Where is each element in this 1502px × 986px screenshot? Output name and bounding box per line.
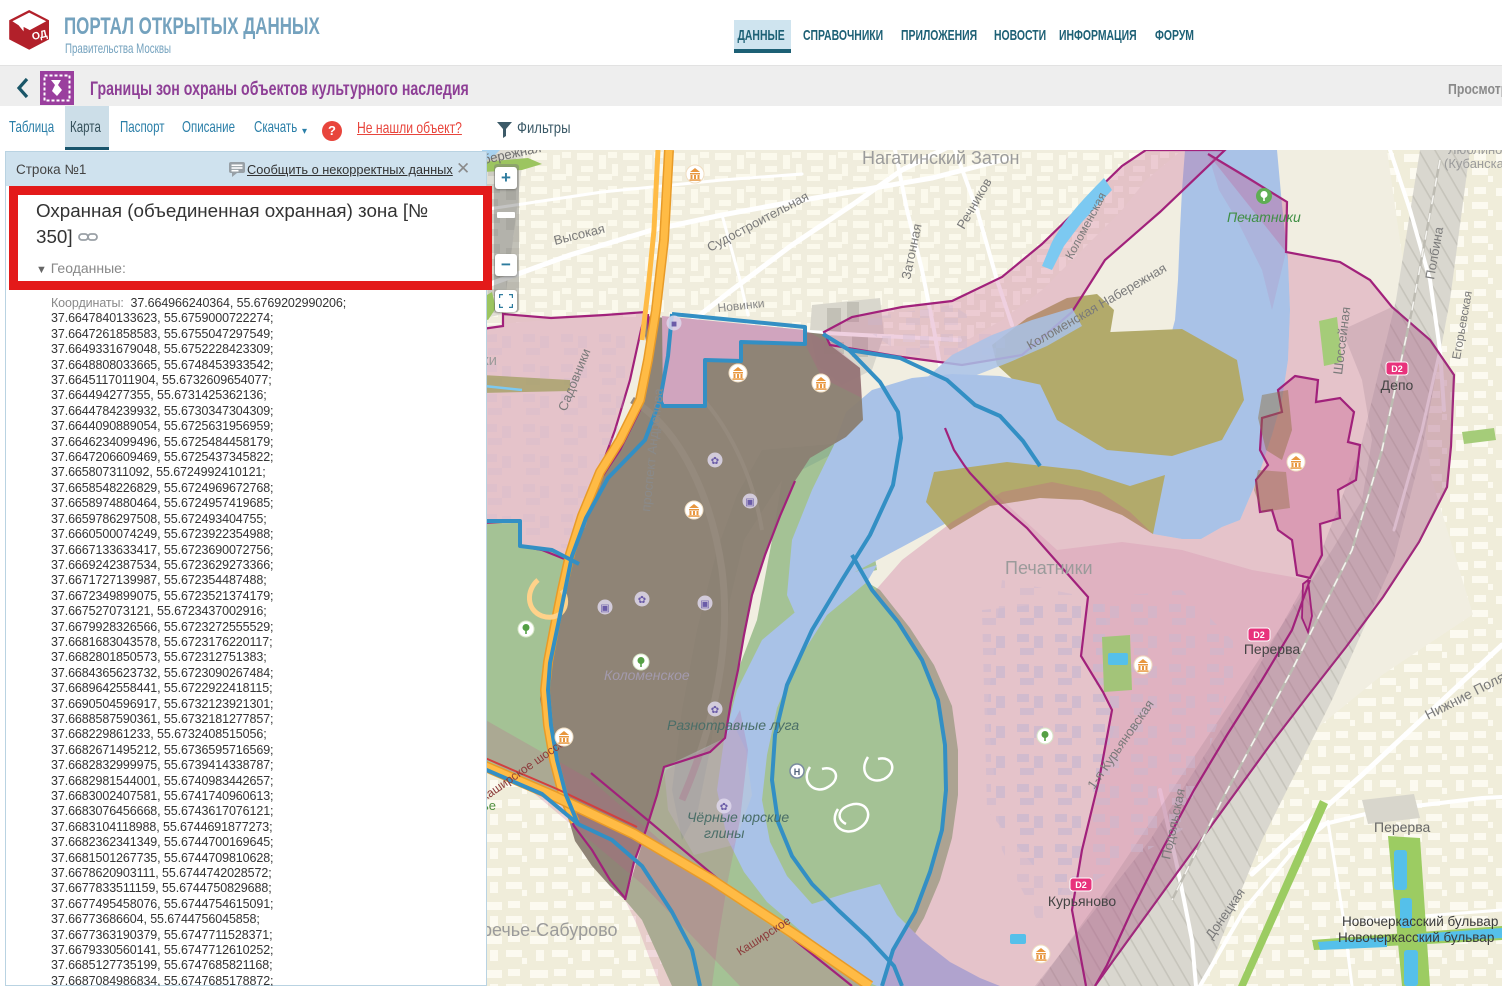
- svg-text:D2: D2: [1075, 880, 1087, 890]
- svg-text:D2: D2: [1253, 630, 1265, 640]
- svg-text:▣: ▣: [600, 603, 609, 614]
- svg-text:Депо: Депо: [1381, 377, 1414, 393]
- svg-text:H: H: [794, 767, 801, 777]
- svg-text:▣: ▣: [745, 497, 754, 508]
- svg-text:Нагатинский Затон: Нагатинский Затон: [862, 150, 1020, 168]
- svg-text:речье-Сабурово: речье-Сабурово: [482, 920, 618, 940]
- svg-text:Печатники: Печатники: [1005, 558, 1093, 578]
- svg-text:✿: ✿: [711, 456, 719, 467]
- svg-text:Перерва: Перерва: [1374, 819, 1430, 835]
- svg-text:(Кубанская): (Кубанская): [1444, 156, 1502, 171]
- svg-text:■: ■: [671, 319, 677, 330]
- svg-text:Новочеркасский бульвар: Новочеркасский бульвар: [1342, 914, 1498, 929]
- svg-text:Коломенское: Коломенское: [604, 667, 690, 683]
- svg-text:Новочеркасский бульвар: Новочеркасский бульвар: [1338, 930, 1494, 945]
- svg-text:✿: ✿: [638, 595, 646, 606]
- svg-text:Перерва: Перерва: [1244, 641, 1300, 657]
- svg-text:D2: D2: [1391, 364, 1403, 374]
- svg-text:Печатники: Печатники: [1227, 209, 1301, 225]
- svg-text:Разнотравные луга: Разнотравные луга: [667, 717, 799, 733]
- svg-text:✿: ✿: [711, 705, 719, 716]
- svg-text:✿: ✿: [720, 802, 728, 813]
- svg-text:глины: глины: [704, 825, 745, 841]
- svg-text:▣: ▣: [700, 599, 709, 610]
- svg-text:Чёрные юрские: Чёрные юрские: [687, 809, 789, 825]
- svg-text:Курьяново: Курьяново: [1048, 893, 1116, 909]
- svg-text:Люблино: Люблино: [1448, 150, 1502, 157]
